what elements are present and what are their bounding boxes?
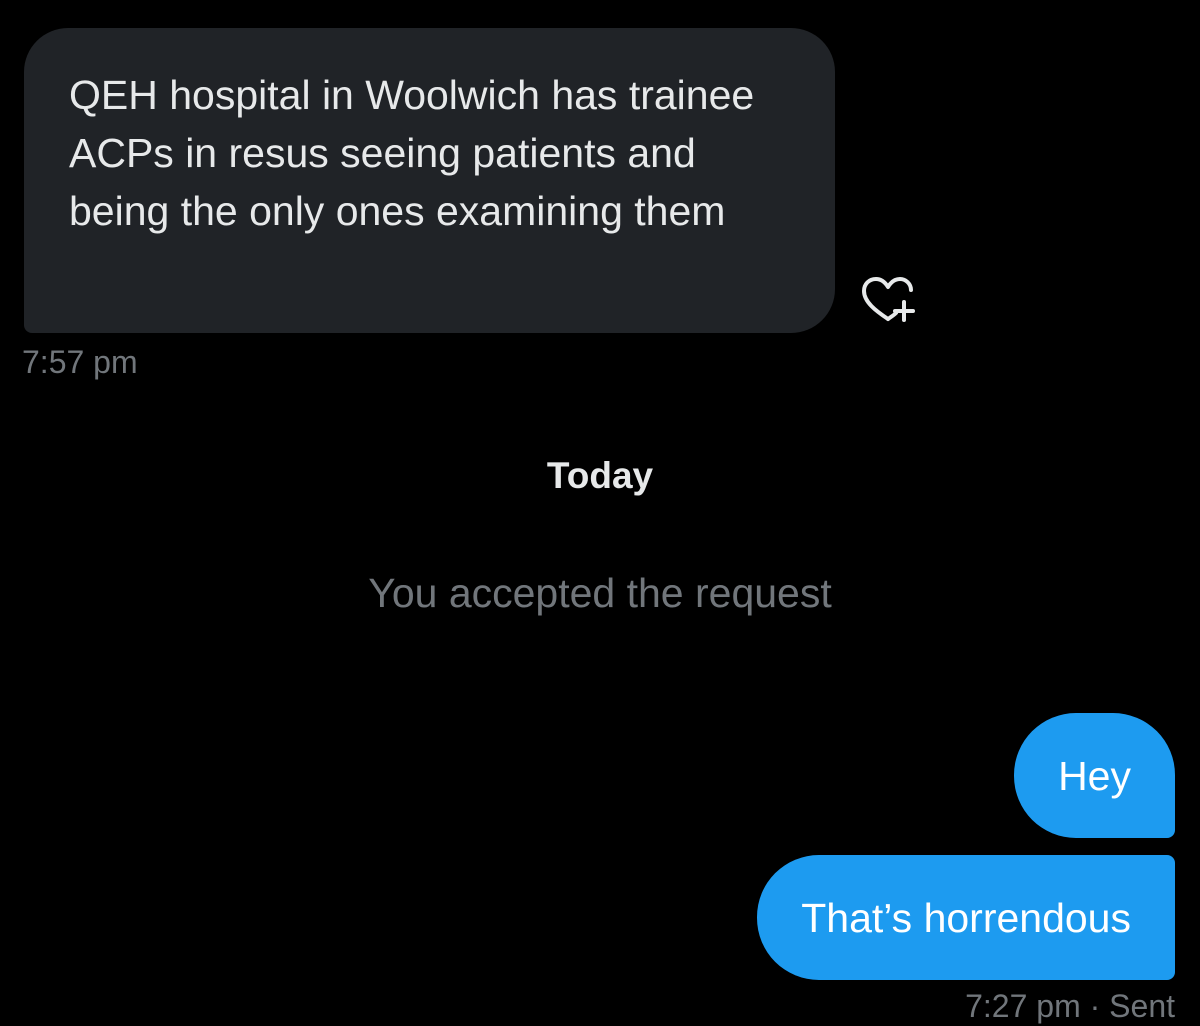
date-divider: Today: [546, 455, 654, 496]
outgoing-message-text: That’s horrendous: [801, 895, 1131, 941]
outgoing-message-status: 7:27 pm · Sent: [965, 988, 1175, 1024]
outgoing-message-bubble[interactable]: That’s horrendous: [757, 855, 1175, 980]
outgoing-message-text: Hey: [1058, 753, 1131, 799]
react-button[interactable]: [858, 272, 920, 330]
incoming-message-time: 7:57 pm: [22, 344, 138, 380]
outgoing-message-bubble[interactable]: Hey: [1014, 713, 1175, 838]
heart-plus-icon: [862, 277, 915, 322]
request-accepted-note: You accepted the request: [368, 570, 832, 616]
incoming-message-text: QEH hospital in Woolwich has trainee ACP…: [69, 72, 755, 234]
incoming-message-bubble[interactable]: QEH hospital in Woolwich has trainee ACP…: [24, 28, 835, 333]
